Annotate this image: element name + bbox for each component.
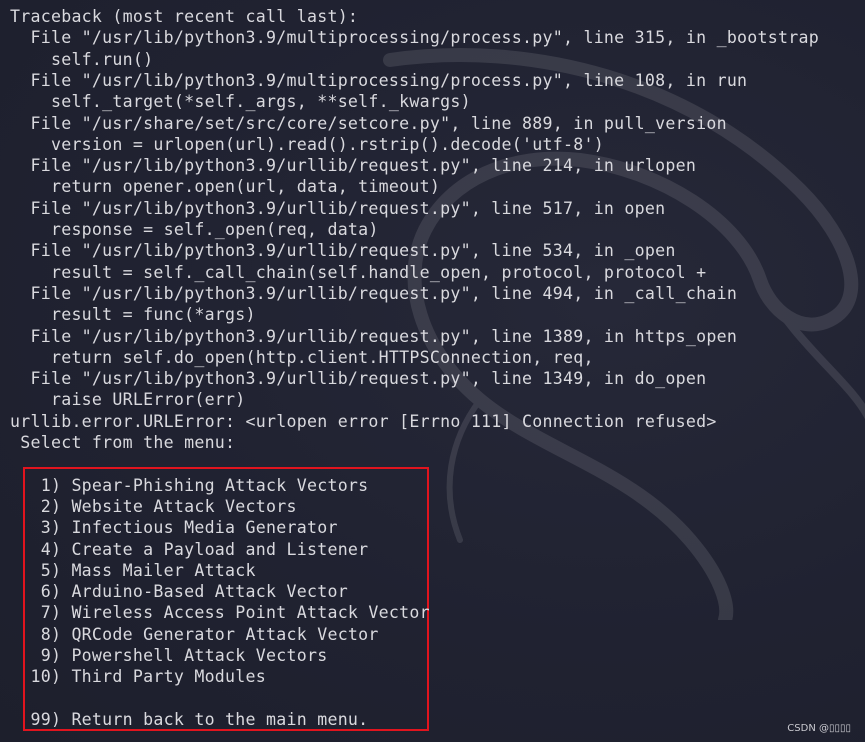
menu-item[interactable]: 8) QRCode Generator Attack Vector (10, 624, 379, 645)
menu-item[interactable]: 3) Infectious Media Generator (10, 517, 338, 538)
traceback-line: raise URLError(err) (10, 390, 246, 410)
traceback-line: File "/usr/lib/python3.9/urllib/request.… (10, 198, 666, 218)
menu-item[interactable]: 6) Arduino-Based Attack Vector (10, 581, 348, 602)
traceback-line: result = self._call_chain(self.handle_op… (10, 262, 707, 282)
traceback-line: File "/usr/lib/python3.9/multiprocessing… (10, 70, 748, 90)
traceback-line: File "/usr/lib/python3.9/urllib/request.… (10, 156, 697, 176)
watermark-credit: CSDN @▯▯▯▯ (787, 723, 851, 734)
menu-item[interactable]: 1) Spear-Phishing Attack Vectors (10, 475, 368, 496)
menu-item-return[interactable]: 99) Return back to the main menu. (10, 709, 368, 730)
traceback-line: return self.do_open(http.client.HTTPSCon… (10, 347, 594, 367)
traceback-line: File "/usr/lib/python3.9/urllib/request.… (10, 283, 738, 303)
terminal-window[interactable]: Traceback (most recent call last): File … (0, 0, 865, 742)
menu-item[interactable]: 4) Create a Payload and Listener (10, 539, 368, 560)
traceback-line: File "/usr/share/set/src/core/setcore.py… (10, 113, 727, 133)
traceback-line: return opener.open(url, data, timeout) (10, 177, 441, 197)
traceback-line: self._target(*self._args, **self._kwargs… (10, 92, 471, 112)
traceback-line: Traceback (most recent call last): (10, 7, 359, 26)
traceback-line: File "/usr/lib/python3.9/urllib/request.… (10, 241, 676, 261)
menu-item[interactable]: 10) Third Party Modules (10, 666, 266, 687)
traceback-line: result = func(*args) (10, 305, 256, 325)
traceback-line: response = self._open(req, data) (10, 220, 379, 239)
menu-item[interactable]: 5) Mass Mailer Attack (10, 560, 256, 581)
traceback-line: version = urlopen(url).read().rstrip().d… (10, 134, 604, 154)
traceback-line: File "/usr/lib/python3.9/multiprocessing… (10, 28, 819, 48)
menu-item[interactable]: 7) Wireless Access Point Attack Vector (10, 602, 430, 623)
traceback-line: File "/usr/lib/python3.9/urllib/request.… (10, 369, 707, 389)
error-message: urllib.error.URLError: <urlopen error [E… (10, 411, 717, 431)
menu-item[interactable]: 9) Powershell Attack Vectors (10, 645, 327, 666)
traceback-line: File "/usr/lib/python3.9/urllib/request.… (10, 326, 738, 346)
menu-item[interactable]: 2) Website Attack Vectors (10, 496, 297, 517)
traceback-line: self.run() (10, 49, 154, 69)
menu-prompt: Select from the menu: (10, 433, 236, 452)
